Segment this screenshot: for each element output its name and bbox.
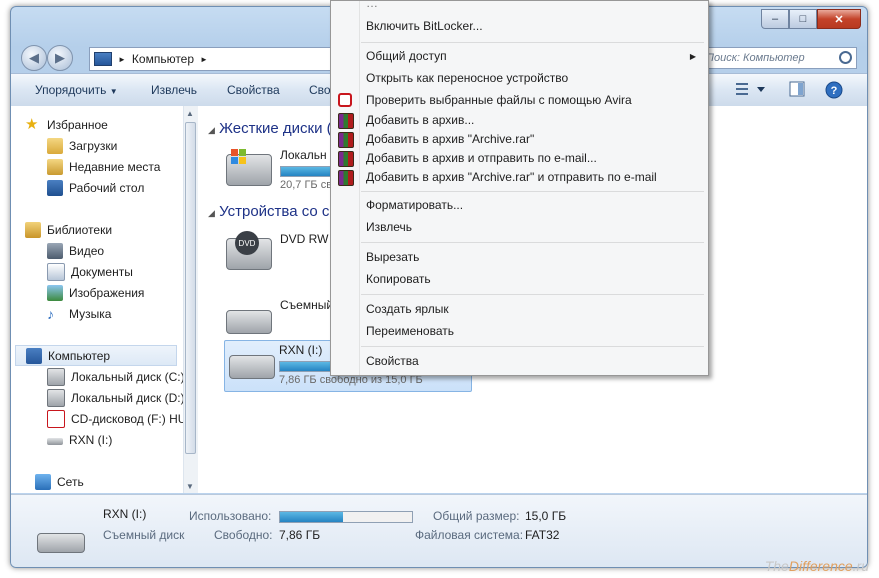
drive-name: RXN (I:)	[279, 343, 323, 357]
details-type: Съемный диск	[103, 528, 185, 542]
winrar-icon	[338, 132, 354, 148]
menu-item-sharing[interactable]: Общий доступ	[366, 46, 447, 66]
minimize-button[interactable]: –	[761, 9, 789, 29]
scroll-down-icon[interactable]: ▼	[186, 482, 194, 491]
desktop-icon	[47, 179, 63, 196]
menu-gutter	[359, 1, 360, 375]
menu-separator	[361, 191, 704, 192]
winrar-icon	[338, 113, 354, 129]
details-name: RXN (I:)	[103, 507, 147, 521]
documents-library-icon	[47, 262, 65, 281]
pictures-library-icon	[47, 284, 63, 301]
nav-network[interactable]: Сеть	[35, 471, 207, 492]
search-input[interactable]: Поиск: Компьютер	[701, 47, 857, 69]
group-removable[interactable]: ◢ Устройства со с	[208, 203, 329, 220]
menu-item-open-portable[interactable]: Открыть как переносное устройство	[366, 68, 568, 88]
maximize-button[interactable]: □	[789, 9, 817, 29]
used-space-bar	[279, 511, 413, 523]
scrollbar-thumb[interactable]	[185, 122, 196, 454]
address-separator: ►	[118, 54, 126, 64]
libraries-icon	[25, 221, 41, 238]
music-library-icon: ♪	[47, 305, 54, 322]
avira-icon	[338, 93, 352, 107]
collapse-icon: ◢	[208, 208, 215, 218]
computer-icon	[94, 52, 112, 66]
removable-drive-icon	[229, 355, 275, 379]
menu-item-add-archive[interactable]: Добавить в архив...	[366, 110, 474, 130]
menu-item-create-shortcut[interactable]: Создать ярлык	[366, 299, 449, 319]
removable-drive-icon	[37, 533, 85, 553]
star-icon: ★	[25, 115, 39, 133]
context-menu: … Включить BitLocker... Общий доступ ▶ О…	[330, 0, 709, 376]
drive-name: Локальн	[280, 148, 327, 162]
collapse-icon: ◢	[208, 125, 215, 135]
file-system-value: FAT32	[525, 528, 560, 542]
file-system-label: Файловая система:	[415, 528, 524, 542]
properties-button[interactable]: Свойства	[227, 83, 280, 97]
menu-item-rename[interactable]: Переименовать	[366, 321, 454, 341]
watermark: TheDifference.ru	[764, 558, 869, 574]
network-icon	[35, 473, 51, 490]
computer-icon	[26, 347, 42, 364]
menu-item-eject[interactable]: Извлечь	[366, 217, 412, 237]
menu-separator	[361, 42, 704, 43]
downloads-folder-icon	[47, 137, 63, 154]
windows-drive-icon	[226, 149, 272, 186]
group-hard-drives[interactable]: ◢ Жесткие диски (	[208, 120, 332, 137]
menu-item-cut[interactable]: Вырезать	[366, 247, 419, 267]
recent-places-icon	[47, 158, 63, 175]
back-arrow-icon: ◀	[29, 50, 39, 65]
organize-button[interactable]: Упорядочить ▼	[35, 83, 118, 97]
submenu-arrow-icon: ▶	[689, 52, 696, 61]
hard-drive-icon	[47, 388, 65, 407]
video-library-icon	[47, 242, 63, 259]
removable-drive-icon	[47, 438, 63, 445]
view-options-icon[interactable]	[735, 81, 769, 100]
huawei-cd-icon	[47, 409, 65, 428]
menu-item-properties[interactable]: Свойства	[366, 351, 419, 371]
nav-libraries[interactable]: Библиотеки	[25, 219, 197, 240]
menu-item-archive-rar-email[interactable]: Добавить в архив "Archive.rar" и отправи…	[366, 167, 657, 187]
hard-drive-icon	[47, 367, 65, 386]
nav-computer[interactable]: Компьютер	[15, 345, 177, 366]
eject-button[interactable]: Извлечь	[151, 83, 197, 97]
total-size-value: 15,0 ГБ	[525, 509, 567, 523]
search-icon[interactable]	[839, 51, 852, 64]
menu-item-partial[interactable]: …	[366, 0, 378, 13]
dvd-drive-icon: DVD	[226, 231, 272, 270]
address-separator-2[interactable]: ►	[200, 55, 208, 64]
menu-item-add-archive-rar[interactable]: Добавить в архив "Archive.rar"	[366, 129, 534, 149]
menu-separator	[361, 294, 704, 295]
used-label: Использовано:	[189, 509, 272, 523]
menu-item-archive-email[interactable]: Добавить в архив и отправить по e-mail..…	[366, 148, 597, 168]
forward-button[interactable]: ▶	[47, 45, 73, 71]
menu-separator	[361, 346, 704, 347]
navigation-scrollbar[interactable]: ▲ ▼	[183, 106, 198, 493]
menu-item-copy[interactable]: Копировать	[366, 269, 431, 289]
nav-favorites[interactable]: ★ Избранное	[25, 114, 197, 135]
back-button[interactable]: ◀	[21, 45, 47, 71]
winrar-icon	[338, 151, 354, 167]
scroll-up-icon[interactable]: ▲	[186, 109, 194, 118]
menu-item-format[interactable]: Форматировать...	[366, 195, 463, 215]
total-size-label: Общий размер:	[433, 509, 520, 523]
svg-text:?: ?	[831, 85, 838, 97]
menu-item-bitlocker[interactable]: Включить BitLocker...	[366, 16, 483, 36]
forward-arrow-icon: ▶	[55, 50, 65, 65]
navigation-pane: ★ Избранное Загрузки Недавние места Рабо…	[11, 106, 186, 493]
preview-pane-icon[interactable]	[789, 81, 805, 100]
breadcrumb-computer[interactable]: Компьютер	[132, 52, 194, 66]
caption-buttons: – □ ✕	[761, 9, 861, 29]
close-button[interactable]: ✕	[817, 9, 861, 29]
chevron-down-icon: ▼	[109, 87, 118, 96]
help-icon[interactable]: ?	[825, 81, 843, 102]
free-label: Свободно:	[214, 528, 273, 542]
winrar-icon	[338, 170, 354, 186]
free-value: 7,86 ГБ	[279, 528, 321, 542]
search-placeholder: Поиск: Компьютер	[706, 52, 805, 64]
removable-drive-icon	[226, 310, 272, 334]
details-pane: RXN (I:) Съемный диск Использовано: Своб…	[11, 494, 867, 567]
menu-item-avira-scan[interactable]: Проверить выбранные файлы с помощью Avir…	[366, 90, 632, 110]
menu-separator	[361, 242, 704, 243]
